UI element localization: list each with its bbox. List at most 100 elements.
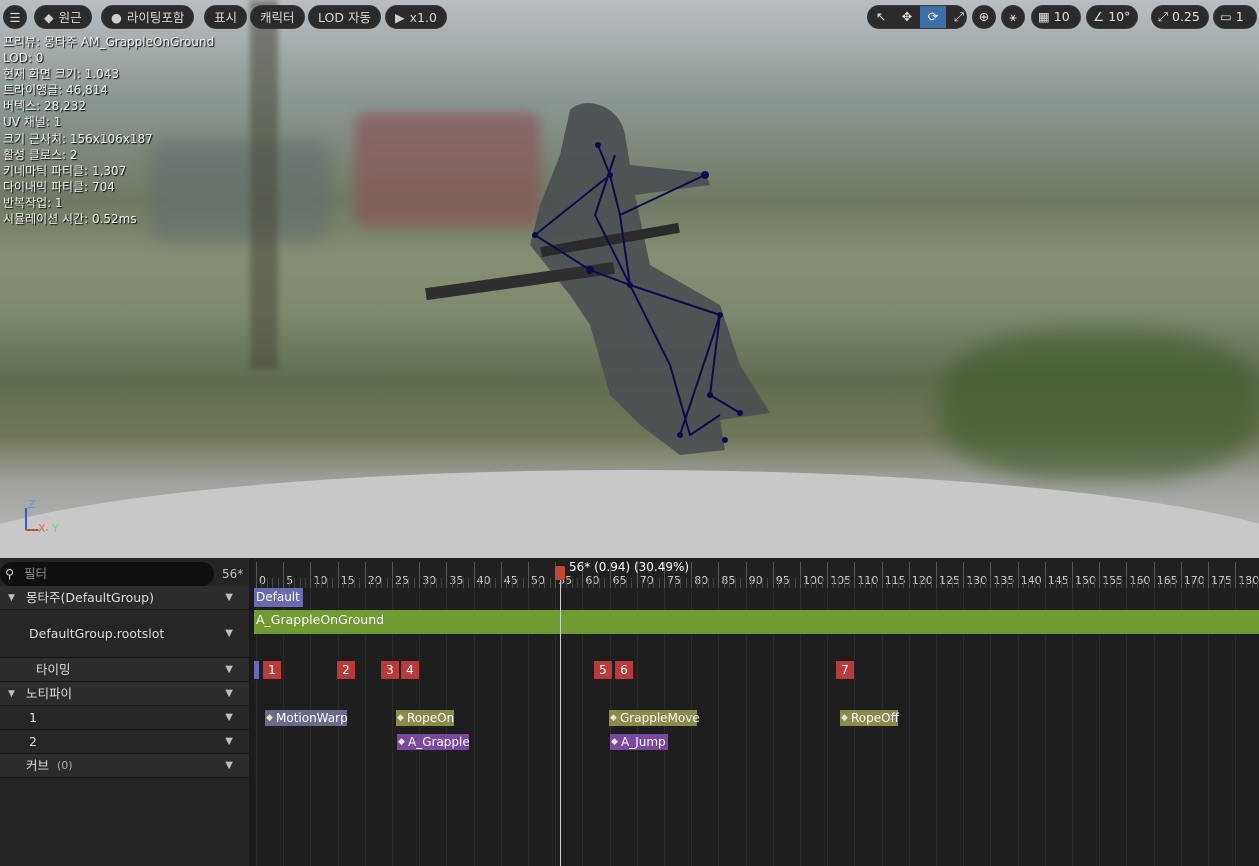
ruler-tick <box>1208 562 1209 588</box>
playback-speed-button[interactable]: ▶ x1.0 <box>385 5 447 29</box>
ruler-minor-tick <box>729 578 731 588</box>
ruler-minor-tick <box>397 578 399 588</box>
stat-line: 크기 근사치: 156x106x187 <box>3 131 153 146</box>
ruler-minor-tick <box>538 578 540 588</box>
playhead-handle[interactable] <box>555 566 565 580</box>
ruler-tick-label: 5 <box>286 574 294 587</box>
timing-start-marker <box>254 661 259 679</box>
background-bush <box>940 330 1259 480</box>
show-button[interactable]: 표시 <box>204 5 248 29</box>
ruler-minor-tick <box>783 578 785 588</box>
ruler-minor-tick <box>1191 578 1193 588</box>
track-options-dropdown[interactable]: ▼ <box>225 586 233 610</box>
rotate-icon[interactable]: ⟳ <box>920 6 946 28</box>
ruler-tick <box>528 562 529 588</box>
preview-viewport[interactable]: ☰ ◆ 원근 ● 라이팅포함 표시 캐릭터 LOD 자동 ▶ x1.0 ↖ ✥ ⟳ ⤢ ⊕ … <box>0 0 1259 558</box>
timing-marker[interactable]: 6 <box>615 661 633 679</box>
ruler-minor-tick <box>288 578 290 588</box>
ruler-minor-tick <box>1137 578 1139 588</box>
ruler-tick <box>256 562 257 588</box>
time-ruler[interactable]: 0510152025303540455055606570758085909510… <box>254 558 1259 588</box>
ruler-tick <box>963 562 965 588</box>
notify-a-jump[interactable]: A_Jump <box>610 734 668 750</box>
timeline-tracks-area[interactable]: 0510152025303540455055606570758085909510… <box>254 558 1259 866</box>
ruler-minor-tick <box>995 578 997 588</box>
notifies-options-dropdown[interactable]: ▼ <box>225 682 233 706</box>
timing-options-dropdown[interactable]: ▼ <box>225 658 233 682</box>
playhead-label: 56* (0.94) (30.49%) <box>569 560 690 574</box>
track-slot[interactable]: DefaultGroup.rootslot ▼ <box>0 610 249 658</box>
axis-gizmo: Z X Y <box>18 496 68 536</box>
viewport-menu-button[interactable]: ☰ <box>3 5 27 29</box>
perspective-button[interactable]: ◆ 원근 <box>34 5 92 29</box>
ruler-minor-tick <box>952 578 954 588</box>
notify-ropeon[interactable]: RopeOn <box>396 710 454 726</box>
ruler-minor-tick <box>1104 578 1106 588</box>
ruler-minor-tick <box>1012 578 1014 588</box>
ruler-minor-tick <box>495 578 497 588</box>
camera-speed-control[interactable]: ▭ 1 <box>1213 5 1257 29</box>
playhead-line[interactable] <box>560 568 561 866</box>
notify-a-grapple[interactable]: A_Grapple <box>397 734 470 750</box>
ruler-minor-tick <box>680 578 682 588</box>
ruler-minor-tick <box>315 578 317 588</box>
lod-button[interactable]: LOD 자동 <box>308 5 381 29</box>
anim-segment[interactable]: A_GrappleOnGround <box>254 610 1259 634</box>
select-mode-icon[interactable]: ↖ <box>868 6 894 28</box>
stat-line: 키네마틱 파티클: 1,307 <box>3 163 127 178</box>
track-timing[interactable]: 타이밍 ▼ <box>0 658 249 682</box>
ruler-minor-tick <box>1229 578 1231 588</box>
ruler-minor-tick <box>984 578 986 588</box>
notify-motionwarp[interactable]: MotionWarp <box>265 710 348 726</box>
grid-snap-control[interactable]: ▦ 10 <box>1031 5 1081 29</box>
ruler-minor-tick <box>1028 578 1030 588</box>
stat-line: 반복작업: 1 <box>3 195 63 210</box>
track-montage-group[interactable]: ▼ 몽타주(DefaultGroup) ▼ <box>0 586 249 610</box>
collapse-triangle-icon[interactable]: ▼ <box>8 682 15 706</box>
notify-track-1-dropdown[interactable]: ▼ <box>225 706 233 730</box>
timing-marker[interactable]: 1 <box>263 661 281 679</box>
track-notifies[interactable]: ▼ 노티파이 ▼ <box>0 682 249 706</box>
ruler-minor-tick <box>642 578 644 588</box>
track-curves[interactable]: 커브 (0) ▼ <box>0 754 249 778</box>
ruler-minor-tick <box>810 578 812 588</box>
surface-snap-toggle[interactable]: ⚹ <box>1001 5 1025 29</box>
lighting-mode-button[interactable]: ● 라이팅포함 <box>101 5 195 29</box>
collapse-triangle-icon[interactable]: ▼ <box>8 586 15 610</box>
timing-marker[interactable]: 7 <box>836 661 854 679</box>
ruler-tick <box>1180 562 1182 588</box>
ruler-minor-tick <box>647 578 649 588</box>
scale-snap-control[interactable]: ⤢ 0.25 <box>1151 5 1209 29</box>
ruler-minor-tick <box>615 578 617 588</box>
timing-marker[interactable]: 3 <box>381 661 399 679</box>
timing-marker[interactable]: 2 <box>337 661 355 679</box>
surface-snap-icon: ⚹ <box>1009 9 1017 24</box>
ruler-minor-tick <box>870 578 872 588</box>
ruler-minor-tick <box>511 578 513 588</box>
ruler-tick <box>772 562 774 588</box>
ruler-minor-tick <box>887 578 889 588</box>
notify-ropeoff[interactable]: RopeOff <box>840 710 899 726</box>
character-button[interactable]: 캐릭터 <box>250 5 305 29</box>
slot-options-dropdown[interactable]: ▼ <box>225 610 233 658</box>
filter-input[interactable]: ⚲ 필터 <box>0 562 214 586</box>
timing-marker[interactable]: 5 <box>594 661 612 679</box>
ruler-minor-tick <box>386 578 388 588</box>
ruler-minor-tick <box>272 578 274 588</box>
track-notify-2[interactable]: 2 ▼ <box>0 730 249 754</box>
track-notify-1[interactable]: 1 ▼ <box>0 706 249 730</box>
notify-grapplemove[interactable]: GrappleMove <box>609 710 700 726</box>
section-default[interactable]: Default <box>254 588 303 607</box>
curves-options-dropdown[interactable]: ▼ <box>225 754 233 778</box>
ruler-minor-tick <box>903 578 905 588</box>
ruler-minor-tick <box>653 578 655 588</box>
angle-snap-control[interactable]: ∠ 10° <box>1086 5 1138 29</box>
scale-icon[interactable]: ⤢ <box>946 6 972 28</box>
world-local-toggle[interactable]: ⊕ <box>972 5 996 29</box>
preview-floor <box>0 470 1259 558</box>
ruler-tick-label: 0 <box>259 574 266 587</box>
timing-marker[interactable]: 4 <box>401 661 419 679</box>
notify-track-2-dropdown[interactable]: ▼ <box>225 730 233 754</box>
ruler-minor-tick <box>451 578 453 588</box>
translate-icon[interactable]: ✥ <box>894 6 920 28</box>
